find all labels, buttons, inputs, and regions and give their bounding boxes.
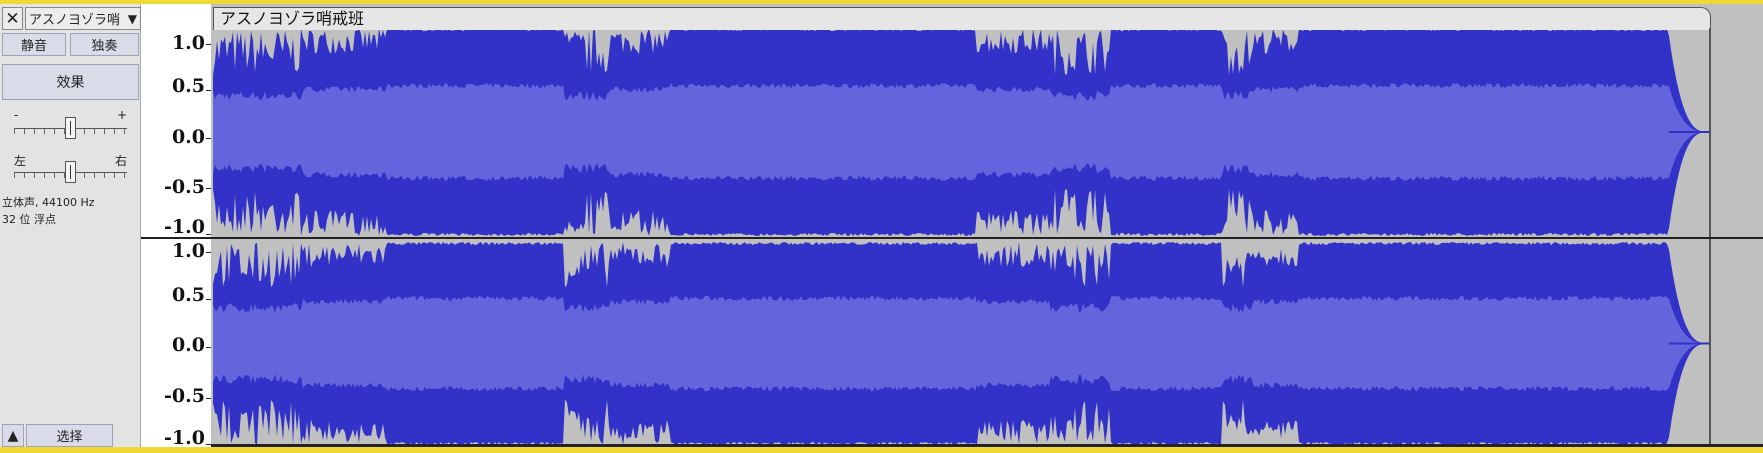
ruler-ch1-label-1: 1.0 — [171, 32, 205, 54]
channel-divider — [141, 237, 1763, 239]
format-depth-label: 32 位 浮点 — [2, 213, 56, 226]
collapse-icon: ▲ — [7, 427, 19, 444]
ruler-ch2-label-5: -1.0 — [164, 427, 205, 449]
ruler-ch2-label-1: 1.0 — [171, 240, 205, 262]
effects-button[interactable]: 效果 — [2, 64, 139, 100]
gain-slider[interactable]: - + — [14, 108, 127, 139]
track-name-label: アスノヨゾラ哨 — [29, 13, 121, 28]
waveform-rms-channel-2 — [213, 295, 1709, 392]
pan-right-label: 右 — [114, 154, 127, 168]
close-icon: ✕ — [5, 8, 20, 29]
ruler-ch2-label-4: -0.5 — [164, 385, 205, 407]
track-format-info: 立体声, 44100 Hz 32 位 浮点 — [2, 194, 95, 228]
waveform-area[interactable] — [211, 4, 1763, 447]
amplitude-ruler: 1.0 0.5 0.0 -0.5 -1.0 1.0 0.5 0.0 -0.5 -… — [141, 4, 211, 449]
ruler-ch2-label-2: 0.5 — [171, 284, 205, 306]
gain-plus-label: + — [116, 108, 127, 122]
pan-slider[interactable]: 左 右 — [14, 152, 127, 183]
gain-minus-label: - — [14, 108, 19, 122]
window-bottom-border — [0, 447, 1763, 453]
ruler-ch1-label-5: -1.0 — [164, 216, 205, 238]
clip-title-bar[interactable]: アスノヨゾラ哨戒班 — [213, 7, 1711, 30]
close-track-button[interactable]: ✕ — [2, 7, 23, 30]
ruler-ch2-label-3: 0.0 — [171, 334, 205, 356]
clip-title: アスノヨゾラ哨戒班 — [220, 9, 365, 28]
dropdown-arrow-icon: ▼ — [127, 11, 137, 26]
collapse-track-button[interactable]: ▲ — [2, 424, 24, 447]
track-name-menu-button[interactable]: アスノヨゾラ哨 ▼ — [25, 7, 141, 30]
waveform-svg — [211, 4, 1763, 447]
mute-button[interactable]: 静音 — [2, 33, 66, 56]
select-track-button[interactable]: 选择 — [26, 424, 113, 447]
track-control-panel: ✕ アスノヨゾラ哨 ▼ 静音 独奏 效果 - + 左 右 立体声, 44100 … — [0, 4, 141, 447]
ruler-ch1-label-2: 0.5 — [171, 75, 205, 97]
waveform-rms-channel-1 — [213, 83, 1709, 181]
solo-button[interactable]: 独奏 — [70, 33, 139, 56]
ruler-ch1-label-3: 0.0 — [171, 126, 205, 148]
ruler-ch1-label-4: -0.5 — [164, 176, 205, 198]
gain-slider-thumb[interactable] — [65, 117, 76, 139]
pan-left-label: 左 — [14, 154, 27, 168]
format-rate-label: 立体声, 44100 Hz — [2, 196, 95, 209]
pan-slider-thumb[interactable] — [65, 161, 76, 183]
